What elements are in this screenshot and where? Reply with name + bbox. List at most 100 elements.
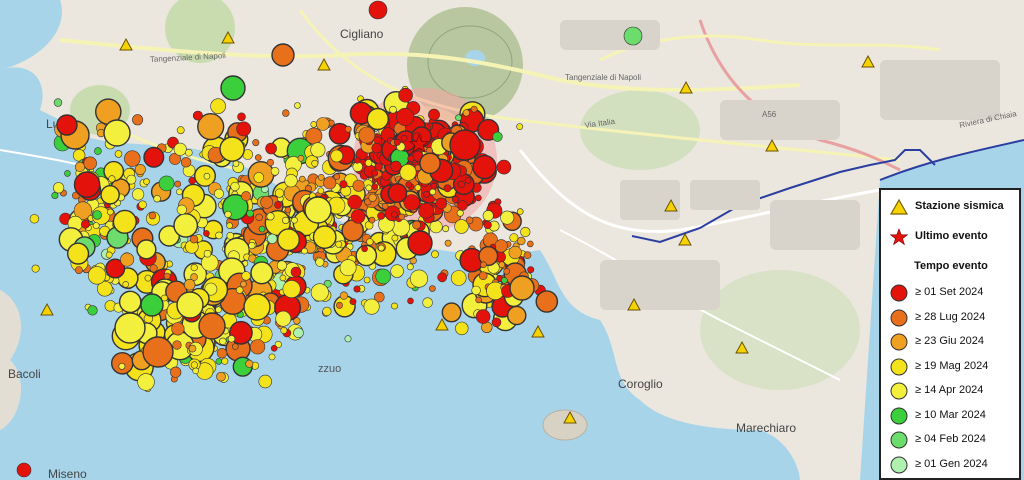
seismic-event-marker[interactable] — [252, 139, 260, 147]
seismic-event-marker[interactable] — [457, 180, 466, 188]
seismic-event-marker[interactable] — [214, 188, 225, 199]
seismic-event-marker[interactable] — [255, 213, 263, 222]
seismic-event-marker[interactable] — [363, 298, 380, 315]
seismic-event-marker[interactable] — [118, 290, 142, 314]
seismic-event-marker[interactable] — [114, 150, 123, 158]
seismic-event-marker[interactable] — [192, 367, 199, 375]
seismic-event-marker[interactable] — [180, 157, 192, 168]
seismic-event-marker[interactable] — [375, 268, 392, 285]
seismic-event-marker[interactable] — [31, 264, 40, 273]
seismic-event-marker[interactable] — [280, 326, 288, 334]
seismic-event-marker[interactable] — [173, 142, 187, 156]
seismic-event-marker[interactable] — [241, 271, 251, 281]
seismic-event-marker[interactable] — [350, 209, 366, 224]
seismic-event-marker[interactable] — [407, 297, 414, 305]
seismic-event-marker[interactable] — [407, 155, 415, 163]
seismic-event-marker[interactable] — [501, 277, 508, 284]
seismic-event-marker[interactable] — [274, 188, 285, 198]
seismic-event-marker[interactable] — [232, 343, 239, 350]
seismic-event-marker[interactable] — [335, 240, 343, 248]
seismic-event-marker[interactable] — [349, 298, 357, 305]
seismic-event-marker[interactable] — [508, 245, 522, 260]
seismic-event-marker[interactable] — [400, 134, 408, 142]
seismic-event-marker[interactable] — [503, 267, 511, 275]
seismic-event-marker[interactable] — [267, 233, 278, 245]
seismic-event-marker[interactable] — [52, 182, 65, 194]
seismic-event-marker[interactable] — [623, 26, 643, 46]
seismic-event-marker[interactable] — [368, 0, 388, 20]
seismic-event-marker[interactable] — [230, 181, 240, 192]
seismic-event-marker[interactable] — [315, 257, 325, 267]
seismic-event-marker[interactable] — [462, 109, 470, 117]
seismic-event-marker[interactable] — [494, 239, 508, 253]
seismic-event-marker[interactable] — [381, 202, 389, 210]
seismic-event-marker[interactable] — [277, 228, 301, 252]
seismic-event-marker[interactable] — [437, 272, 448, 283]
seismic-event-marker[interactable] — [144, 274, 152, 282]
seismic-event-marker[interactable] — [203, 249, 212, 258]
seismic-event-marker[interactable] — [509, 233, 519, 243]
seismic-event-marker[interactable] — [387, 183, 408, 203]
seismic-event-marker[interactable] — [92, 210, 102, 220]
seismic-event-marker[interactable] — [268, 353, 276, 361]
seismic-event-marker[interactable] — [215, 306, 222, 314]
seismic-event-marker[interactable] — [170, 366, 182, 378]
seismic-event-marker[interactable] — [100, 184, 120, 205]
seismic-event-marker[interactable] — [83, 156, 97, 170]
seismic-event-marker[interactable] — [390, 160, 402, 172]
seismic-event-marker[interactable] — [371, 142, 382, 154]
seismic-event-marker[interactable] — [174, 180, 182, 188]
seismic-event-marker[interactable] — [282, 109, 290, 117]
seismic-event-marker[interactable] — [108, 175, 116, 183]
seismic-event-marker[interactable] — [270, 167, 280, 176]
seismic-event-marker[interactable] — [396, 107, 415, 126]
seismic-event-marker[interactable] — [282, 216, 290, 224]
seismic-event-marker[interactable] — [311, 159, 319, 167]
seismic-event-marker[interactable] — [472, 154, 497, 180]
seismic-event-marker[interactable] — [266, 212, 275, 221]
seismic-event-marker[interactable] — [442, 225, 450, 233]
seismic-event-marker[interactable] — [523, 251, 532, 259]
seismic-event-marker[interactable] — [132, 114, 144, 126]
seismic-event-marker[interactable] — [66, 242, 90, 265]
seismic-event-marker[interactable] — [471, 285, 481, 296]
seismic-event-marker[interactable] — [398, 213, 406, 221]
seismic-event-marker[interactable] — [464, 177, 472, 184]
seismic-event-marker[interactable] — [250, 339, 266, 355]
seismic-event-marker[interactable] — [322, 306, 332, 317]
seismic-event-marker[interactable] — [428, 108, 440, 121]
seismic-event-marker[interactable] — [336, 301, 343, 309]
seismic-event-marker[interactable] — [377, 211, 385, 220]
seismic-event-marker[interactable] — [344, 335, 352, 343]
seismic-event-marker[interactable] — [305, 127, 323, 145]
seismic-event-marker[interactable] — [498, 261, 506, 269]
seismic-event-marker[interactable] — [226, 222, 233, 229]
seismic-event-marker[interactable] — [361, 245, 368, 253]
seismic-event-marker[interactable] — [138, 200, 147, 209]
seismic-event-marker[interactable] — [414, 184, 422, 191]
seismic-event-marker[interactable] — [122, 281, 129, 288]
seismic-event-marker[interactable] — [444, 239, 452, 247]
seismic-event-marker[interactable] — [216, 371, 226, 382]
seismic-event-marker[interactable] — [317, 187, 325, 194]
seismic-event-marker[interactable] — [423, 190, 430, 198]
seismic-event-marker[interactable] — [176, 188, 183, 196]
seismic-event-marker[interactable] — [254, 154, 262, 161]
seismic-event-marker[interactable] — [219, 337, 227, 345]
seismic-event-marker[interactable] — [149, 264, 158, 273]
seismic-event-marker[interactable] — [219, 136, 245, 162]
seismic-event-marker[interactable] — [470, 105, 478, 113]
seismic-event-marker[interactable] — [418, 202, 434, 219]
seismic-event-marker[interactable] — [315, 117, 330, 131]
seismic-event-marker[interactable] — [344, 125, 352, 133]
seismic-event-marker[interactable] — [258, 225, 266, 233]
seismic-event-marker[interactable] — [171, 322, 185, 336]
seismic-event-marker[interactable] — [422, 297, 433, 308]
seismic-event-marker[interactable] — [526, 240, 534, 248]
seismic-event-marker[interactable] — [248, 241, 256, 250]
seismic-event-marker[interactable] — [353, 157, 361, 164]
seismic-event-marker[interactable] — [347, 194, 363, 210]
seismic-event-marker[interactable] — [339, 259, 357, 277]
seismic-event-marker[interactable] — [227, 335, 236, 343]
seismic-event-marker[interactable] — [107, 208, 114, 216]
